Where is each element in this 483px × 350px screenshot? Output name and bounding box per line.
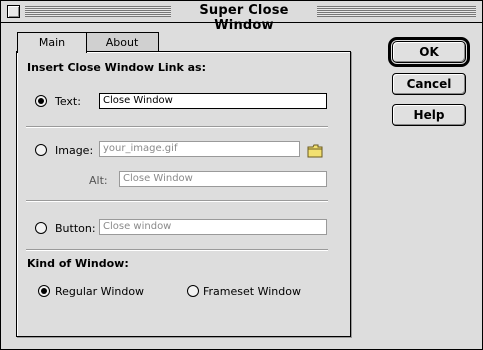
title-bar[interactable]: Super Close Window [1, 1, 482, 33]
divider-2 [26, 200, 328, 202]
frameset-window-radio[interactable] [187, 285, 199, 297]
close-box-icon[interactable] [7, 5, 20, 18]
alt-input[interactable]: Close Window [119, 171, 327, 187]
button-radio[interactable] [35, 222, 47, 234]
image-radio[interactable] [35, 144, 47, 156]
dialog-window: Super Close Window Main About Insert Clo… [0, 0, 483, 350]
tab-main[interactable]: Main [17, 32, 87, 53]
folder-icon[interactable] [307, 144, 323, 158]
kind-of-window-heading: Kind of Window: [27, 257, 129, 270]
text-label: Text: [55, 95, 81, 108]
cancel-button[interactable]: Cancel [392, 73, 466, 95]
button-input[interactable]: Close window [99, 219, 327, 235]
ok-button[interactable]: OK [388, 37, 470, 67]
regular-window-radio[interactable] [38, 285, 50, 297]
image-input[interactable]: your_image.gif [99, 141, 300, 157]
regular-window-label: Regular Window [55, 285, 145, 298]
image-label: Image: [55, 144, 94, 157]
help-button[interactable]: Help [392, 104, 466, 126]
main-panel: Insert Close Window Link as: Text: Close… [16, 51, 351, 337]
title-stripes-right [317, 6, 476, 17]
alt-label: Alt: [89, 174, 108, 187]
insert-link-heading: Insert Close Window Link as: [27, 61, 206, 74]
divider-1 [26, 126, 328, 128]
divider-3 [26, 249, 328, 251]
button-label: Button: [55, 222, 96, 235]
tab-about[interactable]: About [85, 32, 159, 52]
text-radio[interactable] [35, 95, 47, 107]
frameset-window-label: Frameset Window [203, 285, 301, 298]
window-title: Super Close Window [199, 3, 289, 33]
text-input[interactable]: Close Window [99, 93, 327, 109]
title-stripes-left [25, 6, 171, 17]
